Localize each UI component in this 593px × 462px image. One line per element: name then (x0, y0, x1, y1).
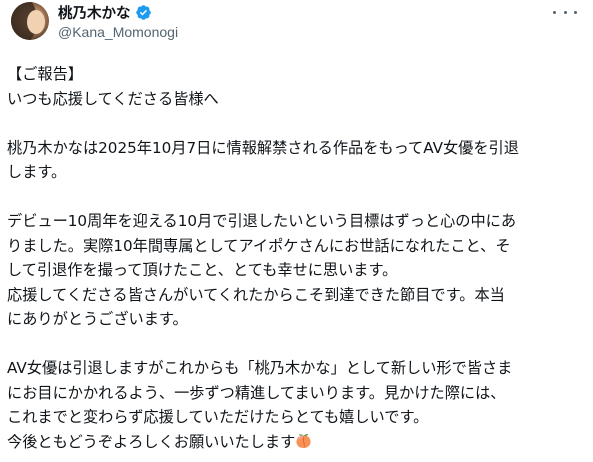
text-line: 【ご報告】 (7, 65, 83, 83)
avatar[interactable] (11, 2, 49, 40)
more-options-icon[interactable] (553, 4, 577, 20)
tweet-header: 桃乃木かな @Kana_Momonogi (58, 2, 178, 40)
text-line: にありがとうございます。 (7, 310, 188, 328)
text-line: 桃乃木かなは2025年10月7日に情報解禁される作品をもってAV女優を引退 (7, 138, 519, 157)
text-line: 今後ともどうぞよろしくお願いいたします (7, 432, 296, 451)
peach-emoji-icon (296, 433, 311, 448)
more-dot (574, 10, 577, 14)
text-line: にお目にかかれるよう、一歩ずつ精進してまいります。見かけた際には、 (7, 383, 506, 402)
text-line: これまでと変わらず応援していただけたらとても嬉しいです。 (7, 408, 429, 426)
text-line-last: 今後ともどうぞよろしくお願いいたします (7, 430, 587, 455)
text-line: りました。実際10年間専属としてアイポケさんにお世話になれたこと、そ (7, 236, 511, 255)
text-line: して引退作を撮って頂けたこと、とても幸せに思います。 (7, 261, 398, 279)
text-line: デビュー10周年を迎える10月で引退したいという目標はずっと心の中にあ (7, 212, 517, 230)
text-line: 応援してくださる皆さんがいてくれたからこそ到達できた節目です。本当 (7, 285, 505, 304)
text-line: AV女優は引退しますがこれからも「桃乃木かな」として新しい形で皆さま (7, 359, 513, 377)
avatar-face (27, 10, 45, 34)
text-line: いつも応援してくださる皆様へ (7, 89, 219, 108)
tweet-text: 【ご報告】 いつも応援してくださる皆様へ 桃乃木かなは2025年10月7日に情報… (7, 62, 587, 454)
user-handle[interactable]: @Kana_Momonogi (58, 24, 178, 40)
more-dot (553, 10, 556, 14)
text-line: します。 (7, 163, 67, 181)
display-name[interactable]: 桃乃木かな (58, 2, 131, 23)
tweet-card: 桃乃木かな @Kana_Momonogi 【ご報告】 いつも応援してくださる皆様… (0, 0, 593, 462)
more-dot (563, 10, 567, 14)
verified-badge-icon (135, 4, 151, 20)
name-row: 桃乃木かな (58, 2, 178, 22)
